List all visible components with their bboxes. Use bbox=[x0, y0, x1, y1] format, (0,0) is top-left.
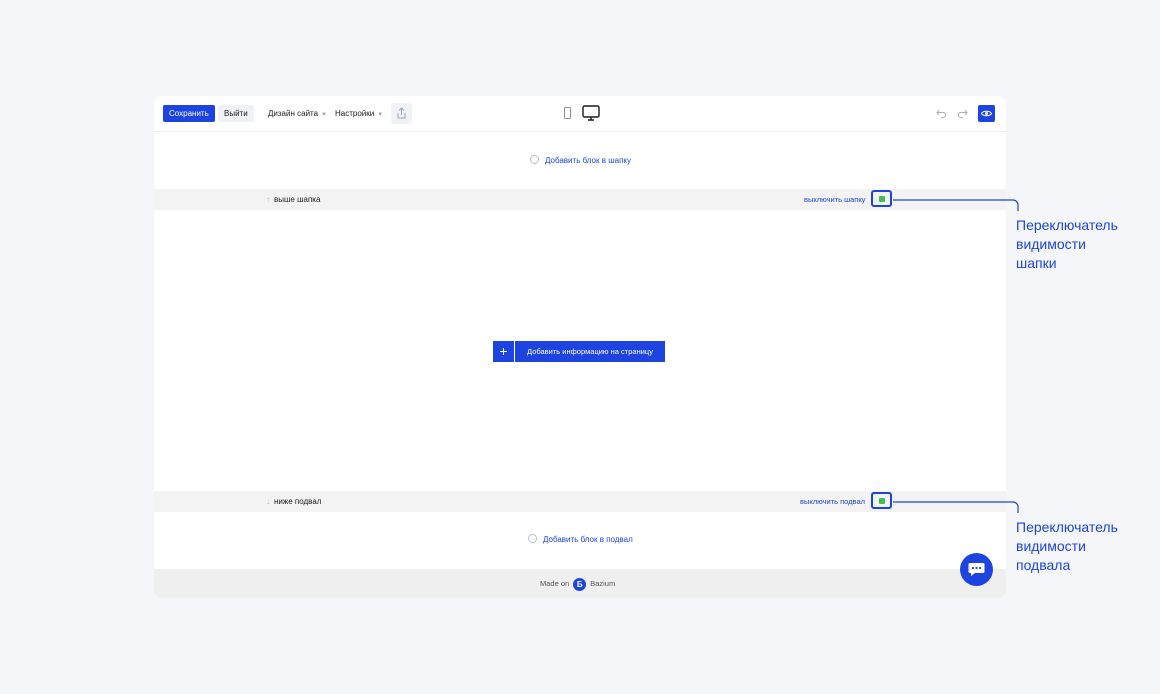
footer-annotation-line bbox=[893, 501, 1019, 513]
header-bar-text: выше шапка bbox=[274, 195, 321, 204]
footer-toggle-label[interactable]: выключить подвал bbox=[800, 491, 865, 512]
mobile-view-icon[interactable] bbox=[564, 107, 571, 119]
footer-toggle-annotation: Переключатель видимости подвала bbox=[1016, 518, 1156, 575]
share-icon bbox=[397, 107, 406, 119]
header-toggle-annotation: Переключатель видимости шапки bbox=[1016, 216, 1156, 273]
header-bar-label: ↑ выше шапка bbox=[266, 189, 320, 210]
footer-visibility-toggle[interactable] bbox=[871, 492, 892, 509]
save-button[interactable]: Сохранить bbox=[163, 105, 215, 122]
add-page-info-label: Добавить информацию на страницу bbox=[515, 341, 665, 362]
exit-button[interactable]: Выйти bbox=[218, 105, 254, 122]
add-circle-icon bbox=[530, 155, 539, 165]
site-footer: Made on Б Bazium bbox=[154, 569, 1006, 598]
arrow-down-icon: ↓ bbox=[266, 497, 270, 506]
eye-icon bbox=[981, 110, 992, 117]
add-circle-icon bbox=[528, 534, 537, 544]
toggle-on-indicator bbox=[879, 498, 885, 504]
arrow-up-icon: ↑ bbox=[266, 195, 270, 204]
made-on-badge[interactable]: Made on Б Bazium bbox=[540, 569, 615, 598]
desktop-view-icon[interactable] bbox=[582, 105, 600, 121]
design-menu-label: Дизайн сайта bbox=[268, 109, 319, 118]
settings-menu[interactable]: Настройки ▼ bbox=[335, 105, 383, 122]
header-bar: ↑ выше шапка выключить шапку bbox=[154, 189, 1006, 210]
redo-icon[interactable] bbox=[958, 109, 968, 118]
header-annotation-line bbox=[893, 199, 1019, 211]
plus-icon: + bbox=[493, 341, 514, 362]
chevron-down-icon: ▼ bbox=[377, 112, 384, 118]
footer-bar-text: ниже подвал bbox=[274, 497, 322, 506]
share-button[interactable] bbox=[391, 103, 412, 124]
editor-canvas: Сохранить Выйти Дизайн сайта ▼ Настройки ▼ bbox=[154, 96, 1006, 598]
annotation-line: видимости bbox=[1016, 236, 1086, 252]
bazium-logo-icon: Б bbox=[573, 577, 587, 591]
header-toggle-label[interactable]: выключить шапку bbox=[804, 189, 865, 210]
chat-icon bbox=[968, 563, 985, 576]
footer-bar: ↓ ниже подвал выключить подвал bbox=[154, 491, 1006, 512]
annotation-line: шапки bbox=[1016, 255, 1057, 271]
chevron-down-icon: ▼ bbox=[321, 112, 328, 118]
add-footer-block-button[interactable]: Добавить блок в подвал bbox=[528, 534, 633, 546]
annotation-line: подвала bbox=[1016, 557, 1071, 573]
preview-button[interactable] bbox=[978, 105, 995, 122]
undo-icon[interactable] bbox=[936, 109, 946, 118]
annotation-line: видимости bbox=[1016, 538, 1086, 554]
toggle-on-indicator bbox=[879, 196, 885, 202]
header-visibility-toggle[interactable] bbox=[871, 190, 892, 207]
annotation-line: Переключатель bbox=[1016, 217, 1118, 233]
annotation-line: Переключатель bbox=[1016, 519, 1118, 535]
design-menu[interactable]: Дизайн сайта ▼ bbox=[268, 105, 327, 122]
made-on-text: Made on bbox=[540, 579, 570, 588]
settings-menu-label: Настройки bbox=[335, 109, 375, 118]
add-header-block-label: Добавить блок в шапку bbox=[545, 156, 631, 165]
chat-button[interactable] bbox=[960, 553, 993, 586]
footer-bar-label: ↓ ниже подвал bbox=[266, 491, 321, 512]
editor-toolbar: Сохранить Выйти Дизайн сайта ▼ Настройки ▼ bbox=[154, 96, 1006, 132]
brand-name: Bazium bbox=[590, 579, 616, 588]
add-header-block-button[interactable]: Добавить блок в шапку bbox=[530, 155, 631, 167]
add-footer-block-label: Добавить блок в подвал bbox=[543, 535, 633, 544]
